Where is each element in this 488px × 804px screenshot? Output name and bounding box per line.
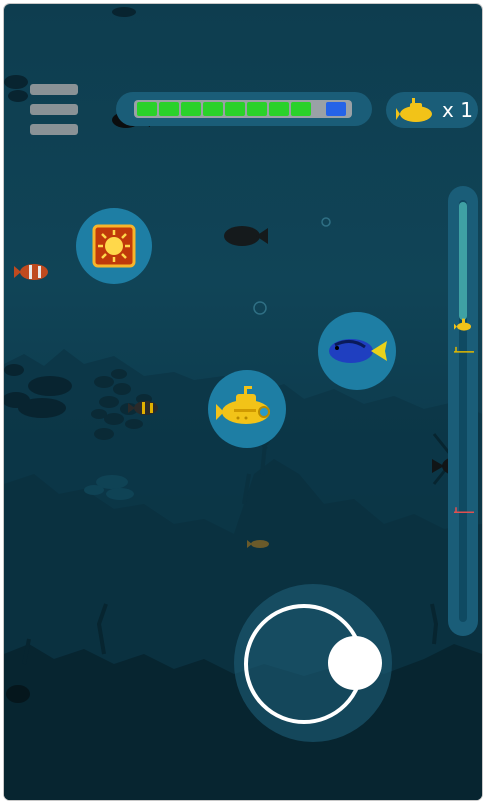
seabed-rock (6, 685, 30, 703)
air-bubble (253, 301, 267, 315)
lives-counter: x 1 (386, 92, 478, 128)
blue-tang-fish-icon (329, 339, 387, 363)
health-bar (116, 92, 372, 126)
health-segment (181, 102, 201, 116)
depth-player-submarine-icon (454, 318, 471, 331)
health-segment (269, 102, 289, 116)
game-screen[interactable]: x 1 (4, 4, 482, 800)
target-fish-bubble[interactable] (318, 312, 396, 390)
health-segment-end (326, 102, 346, 116)
air-bubble (321, 217, 331, 227)
powerup-bubble[interactable] (76, 208, 152, 284)
hamburger-menu-icon (30, 84, 78, 95)
joystick-knob[interactable] (328, 636, 382, 690)
yellow-submarine-icon (216, 386, 270, 424)
submarine-icon (396, 98, 432, 122)
marker-red (454, 507, 474, 514)
marker-yellow (454, 346, 474, 353)
health-segment (247, 102, 267, 116)
health-segment (137, 102, 157, 116)
menu-bar-bottom (30, 124, 78, 135)
health-segment (203, 102, 223, 116)
health-segment (225, 102, 245, 116)
menu-bar-middle (30, 104, 78, 115)
health-segment (291, 102, 311, 116)
menu-button[interactable] (30, 84, 78, 136)
health-bar-track (134, 100, 352, 118)
depth-meter-markers (454, 318, 474, 514)
lives-count: x 1 (442, 98, 473, 122)
dark-fish (224, 226, 268, 246)
clownfish (14, 264, 48, 280)
health-segment (159, 102, 179, 116)
player-submarine-bubble (208, 370, 286, 448)
depth-meter (448, 186, 478, 636)
sun-powerup-icon (92, 224, 136, 268)
